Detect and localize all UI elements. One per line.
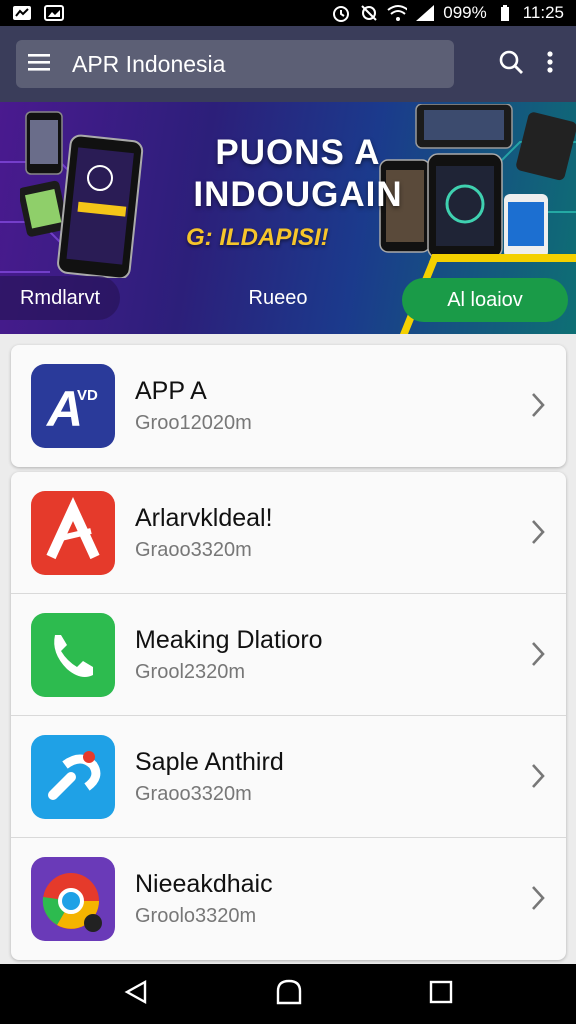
wifi-icon [387, 4, 408, 22]
promo-banner[interactable]: PUONS A INDOUGAIN G: ILDAPISI! Rmdlarvt … [0, 102, 576, 334]
app-subtitle: Grool2320m [135, 660, 246, 683]
app-row[interactable]: Nieeakdhaic Groolo3320m [11, 838, 566, 960]
signal-icon [415, 4, 435, 22]
mute-icon [359, 4, 379, 22]
hamburger-menu-icon[interactable] [28, 52, 52, 77]
chevron-right-icon [530, 391, 546, 424]
clock: 11:25 [522, 3, 564, 22]
app-card-2: Arlarvkldeal! Graoo3320m Meaking Dlatior… [11, 472, 566, 960]
chevron-right-icon [530, 640, 546, 673]
app-bar: APR Indonesia [0, 26, 576, 102]
chevron-right-icon [530, 884, 546, 917]
app-subtitle: Groolo3320m [135, 905, 257, 927]
chevron-right-icon [530, 762, 546, 795]
app-name: Nieeakdhaic [135, 870, 273, 898]
link-icon [31, 734, 115, 819]
app-name: Saple Anthird [135, 747, 284, 776]
alarm-icon [331, 4, 351, 22]
chrome-like-icon [31, 857, 115, 941]
system-nav-bar [0, 964, 576, 1024]
app-row[interactable]: Meaking Dlatioro Grool2320m [11, 594, 566, 716]
red-a-icon [31, 490, 115, 575]
app-card-1: A VD APP A Groo12020m [11, 345, 566, 467]
app-subtitle: Graoo3320m [135, 782, 252, 805]
more-vertical-icon[interactable] [546, 50, 554, 79]
recents-square-icon[interactable] [429, 980, 453, 1009]
battery-percent: 099% [443, 3, 487, 22]
image-notification-icon [44, 4, 64, 22]
app-row[interactable]: A VD APP A Groo12020m [11, 345, 566, 467]
title-search-box[interactable]: APR Indonesia [16, 40, 454, 88]
banner-tab-right[interactable]: Al loaiov [402, 278, 568, 322]
app-subtitle: Graoo3320m [135, 538, 252, 561]
app-row[interactable]: Saple Anthird Graoo3320m [11, 716, 566, 838]
banner-tab-left[interactable]: Rmdlarvt [0, 276, 120, 320]
app-subtitle: Groo12020m [135, 412, 252, 434]
notification-icon [12, 4, 32, 22]
banner-tab-middle[interactable]: Rueeo [218, 276, 338, 320]
app-name: APP A [135, 377, 207, 405]
app-name: Arlarvkldeal! [135, 503, 273, 532]
banner-title: PUONS A INDOUGAIN [0, 132, 576, 216]
app-title: APR Indonesia [72, 50, 226, 77]
banner-title-line1: PUONS A [215, 133, 381, 172]
status-bar: 099% 11:25 [0, 0, 576, 26]
svg-text:VD: VD [77, 387, 98, 404]
app-name: Meaking Dlatioro [135, 625, 323, 654]
banner-subtitle: G: ILDAPISI! [186, 224, 329, 251]
home-icon[interactable] [276, 979, 302, 1010]
app-row[interactable]: Arlarvkldeal! Graoo3320m [11, 472, 566, 594]
battery-icon [495, 4, 515, 22]
chevron-right-icon [530, 518, 546, 551]
banner-title-line2: INDOUGAIN [193, 175, 403, 214]
back-triangle-icon[interactable] [123, 979, 149, 1010]
search-icon[interactable] [498, 49, 524, 80]
phone-icon [31, 612, 115, 697]
app-a-icon: A VD [31, 364, 115, 448]
